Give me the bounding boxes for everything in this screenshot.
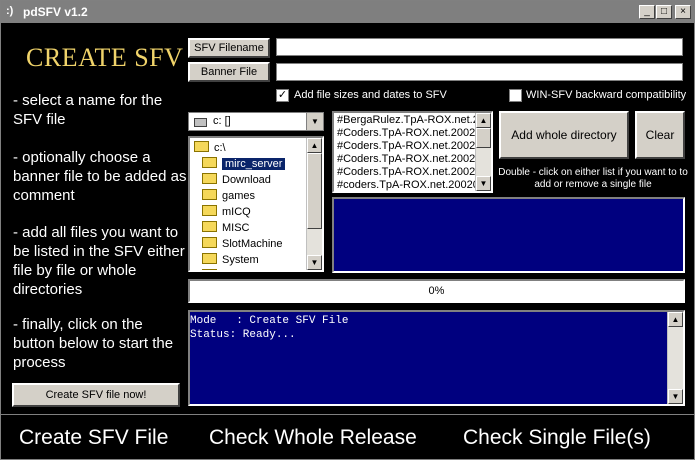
directory-item-label: TEXT — [222, 270, 250, 272]
chevron-down-icon[interactable]: ▼ — [306, 113, 323, 130]
file-list-item[interactable]: #Coders.TpA-ROX.net.20020 — [337, 153, 481, 166]
directory-list[interactable]: TEXT System SlotMachine MISC mICQ games Downlo… — [188, 136, 324, 272]
instruction-step-3: - add all files you want to be listed in… — [13, 224, 185, 298]
directory-item-label: c:\ — [214, 142, 226, 154]
nav-check-whole-release[interactable]: Check Whole Release — [209, 426, 417, 450]
winsfv-checkbox[interactable] — [509, 89, 522, 102]
winsfv-label: WIN-SFV backward compatibility — [526, 89, 687, 101]
nav-check-single-files[interactable]: Check Single File(s) — [463, 426, 651, 450]
log-line-mode: Mode : Create SFV File — [190, 315, 349, 327]
log-line-status: Status: Ready... — [190, 329, 296, 341]
directory-item[interactable]: mirc_server — [202, 156, 286, 172]
create-sfv-button[interactable]: Create SFV file now! — [12, 383, 180, 407]
title-bar[interactable]: :) pdSFV v1.2 _ □ × — [1, 1, 694, 23]
app-window: :) pdSFV v1.2 _ □ × CREATE SFV - select … — [0, 0, 695, 460]
app-icon: :) — [6, 5, 14, 17]
status-panel — [332, 197, 685, 273]
banner-file-field[interactable] — [276, 63, 683, 81]
folder-icon — [202, 189, 217, 200]
file-list[interactable]: #coders.TpA-ROX.net.20020 #Coders.TpA-ROX… — [332, 111, 493, 193]
clear-list-button[interactable]: Clear list — [635, 111, 685, 186]
open-folder-icon — [194, 141, 209, 152]
directory-item[interactable]: TEXT — [202, 268, 250, 272]
directory-item[interactable]: Download — [202, 172, 271, 188]
scroll-thumb[interactable] — [307, 153, 322, 229]
progress-label: 0% — [428, 285, 445, 297]
page-title: CREATE SFV — [26, 43, 184, 72]
file-list-item[interactable]: #Coders.TpA-ROX.net.20020 — [337, 166, 481, 179]
divider — [1, 414, 694, 415]
directory-item[interactable]: c:\ — [194, 140, 226, 156]
scroll-up-icon[interactable]: ▲ — [668, 312, 683, 327]
directory-item[interactable]: System — [202, 252, 259, 268]
directory-item-label: Download — [222, 174, 271, 186]
instruction-step-4: - finally, click on the button below to … — [13, 316, 174, 371]
instruction-step-2: - optionally choose a banner file to be … — [13, 149, 187, 204]
file-list-item[interactable]: #Coders.TpA-ROX.net.20020 — [337, 140, 481, 153]
minimize-button[interactable]: _ — [639, 5, 655, 19]
progress-bar: 0% — [188, 279, 685, 303]
drive-select[interactable]: c: [] ▼ — [188, 112, 324, 131]
file-list-item[interactable]: #BergaRulez.TpA-ROX.net.2 — [337, 114, 479, 127]
directory-item-label: System — [222, 254, 259, 266]
file-list-item[interactable]: #Coders.TpA-ROX.net.20020 — [337, 127, 481, 140]
log-scrollbar[interactable]: ▲ ▼ — [667, 312, 683, 404]
directory-item-label: mICQ — [222, 206, 251, 218]
log-panel: Mode : Create SFV File Status: Ready... … — [188, 310, 685, 406]
directory-item-label: MISC — [222, 222, 250, 234]
scroll-down-icon[interactable]: ▼ — [476, 176, 491, 191]
directory-item[interactable]: MISC — [202, 220, 250, 236]
scroll-up-icon[interactable]: ▲ — [307, 138, 322, 153]
directory-item-label: games — [222, 190, 256, 202]
file-scrollbar[interactable]: ▲ ▼ — [475, 113, 491, 191]
directory-item-label: mirc_server — [222, 158, 286, 170]
directory-item[interactable]: games — [202, 188, 255, 204]
instruction-step-1: - select a name for the SFV file — [13, 92, 163, 128]
folder-icon — [202, 221, 217, 232]
folder-icon — [202, 269, 217, 270]
nav-create-sfv[interactable]: Create SFV File — [19, 426, 168, 450]
double-click-hint: Double - click on either list if you wan… — [498, 167, 688, 190]
drive-icon — [194, 118, 207, 127]
banner-file-button[interactable]: Banner File — [188, 62, 270, 82]
folder-icon — [202, 173, 217, 184]
sfv-filename-button[interactable]: SFV Filename — [188, 38, 270, 58]
add-whole-directory-button[interactable]: Add whole directory — [499, 111, 629, 159]
folder-icon — [202, 205, 217, 216]
scroll-down-icon[interactable]: ▼ — [668, 389, 683, 404]
file-list-item[interactable]: #coders.TpA-ROX.net.20020 — [337, 179, 479, 191]
directory-item[interactable]: mICQ — [202, 204, 251, 220]
close-button[interactable]: × — [675, 5, 691, 19]
folder-icon — [202, 237, 217, 248]
directory-scrollbar[interactable]: ▲ ▼ — [306, 138, 322, 270]
open-folder-icon — [202, 157, 217, 168]
directory-item[interactable]: SlotMachine — [202, 236, 283, 252]
drive-select-value: c: [] — [213, 115, 231, 127]
window-title: pdSFV v1.2 — [23, 5, 88, 19]
add-sizes-label: Add file sizes and dates to SFV — [294, 89, 447, 101]
scroll-thumb[interactable] — [476, 128, 491, 148]
add-sizes-checkbox[interactable]: ✓ — [276, 89, 289, 102]
maximize-button[interactable]: □ — [656, 5, 672, 19]
scroll-down-icon[interactable]: ▼ — [307, 255, 322, 270]
folder-icon — [202, 253, 217, 264]
scroll-up-icon[interactable]: ▲ — [476, 113, 491, 128]
sfv-filename-field[interactable] — [276, 38, 683, 56]
directory-item-label: SlotMachine — [222, 238, 283, 250]
